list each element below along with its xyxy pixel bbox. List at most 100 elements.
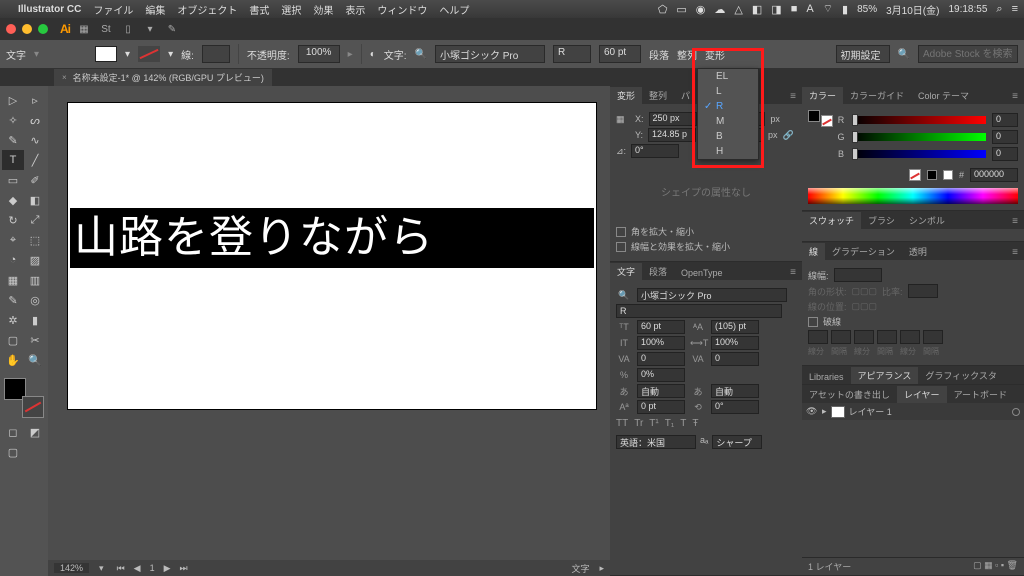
- shape-builder-tool[interactable]: ◔: [2, 250, 24, 270]
- workspace-switcher[interactable]: 初期設定: [836, 45, 890, 63]
- menu-select[interactable]: 選択: [281, 2, 301, 17]
- draw-behind[interactable]: ◩: [24, 422, 46, 442]
- close-tab-icon[interactable]: ×: [62, 73, 67, 82]
- angle-input[interactable]: 0°: [631, 144, 679, 158]
- layer-name[interactable]: レイヤー 1: [849, 405, 892, 418]
- brush-tool[interactable]: ✐: [24, 170, 46, 190]
- brush-icon[interactable]: ✎: [164, 21, 180, 37]
- menu-help[interactable]: ヘルプ: [439, 2, 469, 17]
- tab-appearance[interactable]: アピアランス: [851, 367, 919, 384]
- slice-tool[interactable]: ✂: [24, 330, 46, 350]
- search-icon-2[interactable]: 🔍: [898, 49, 910, 60]
- font-style-dropdown[interactable]: EL L ✓R M B H: [697, 68, 759, 160]
- mesh-tool[interactable]: ▦: [2, 270, 24, 290]
- opt-r[interactable]: ✓R: [698, 99, 758, 114]
- zoom-level[interactable]: 142%: [54, 563, 89, 573]
- lasso-tool[interactable]: ᔕ: [24, 110, 46, 130]
- document-tab[interactable]: × 名称未設定-1* @ 142% (RGB/GPU プレビュー): [54, 69, 272, 86]
- spectrum[interactable]: [808, 188, 1018, 204]
- hex-val[interactable]: 000000: [970, 168, 1018, 182]
- text-frame[interactable]: 山路を登りながら: [70, 208, 594, 268]
- rectangle-tool[interactable]: ▭: [2, 170, 24, 190]
- cb-effect[interactable]: [616, 242, 626, 252]
- tab-colortheme[interactable]: Color テーマ: [911, 87, 976, 104]
- tab-gradient[interactable]: グラデーション: [825, 243, 902, 260]
- app-icon[interactable]: ◨: [771, 3, 781, 16]
- tab-transparency[interactable]: 透明: [902, 243, 934, 260]
- bridge-icon[interactable]: ▦: [76, 21, 92, 37]
- recolor-icon[interactable]: ◐: [370, 49, 376, 60]
- char-tracking[interactable]: 0: [711, 352, 759, 366]
- tab-swatches[interactable]: スウォッチ: [802, 212, 861, 229]
- stock-icon[interactable]: St: [98, 21, 114, 37]
- transform-link[interactable]: 変形: [705, 47, 725, 62]
- x-input[interactable]: 250 px: [649, 112, 697, 126]
- char-lang[interactable]: 英語：米国: [616, 435, 696, 449]
- perspective-tool[interactable]: ▨: [24, 250, 46, 270]
- scale-tool[interactable]: ⤢: [24, 210, 46, 230]
- app-name[interactable]: Illustrator CC: [18, 4, 81, 15]
- opt-el[interactable]: EL: [698, 69, 758, 84]
- b-val[interactable]: 0: [992, 147, 1018, 161]
- hand-tool[interactable]: ✋: [2, 350, 24, 370]
- menu-edit[interactable]: 編集: [145, 2, 165, 17]
- rotate-tool[interactable]: ↻: [2, 210, 24, 230]
- panel-menu-icon[interactable]: ≡: [1006, 89, 1024, 104]
- panel-menu-icon[interactable]: ≡: [784, 89, 802, 104]
- g-val[interactable]: 0: [992, 130, 1018, 144]
- r-val[interactable]: 0: [992, 113, 1018, 127]
- panel-menu-icon[interactable]: ≡: [784, 265, 802, 280]
- color-fill-stroke[interactable]: [808, 110, 830, 124]
- tab-libraries[interactable]: Libraries: [802, 370, 851, 384]
- ime-icon[interactable]: ■: [791, 3, 798, 15]
- tab-opentype[interactable]: OpenType: [674, 266, 730, 280]
- window-close[interactable]: [6, 24, 16, 34]
- bt-icon[interactable]: ◧: [752, 3, 762, 16]
- tab-transform[interactable]: 変形: [610, 87, 642, 104]
- char-auto1[interactable]: 自動: [637, 384, 685, 398]
- menu-effect[interactable]: 効果: [313, 2, 333, 17]
- menu-type[interactable]: 書式: [249, 2, 269, 17]
- tab-symbols[interactable]: シンボル: [902, 212, 952, 229]
- line-icon[interactable]: ▭: [676, 3, 686, 16]
- screen-mode[interactable]: ▢: [2, 442, 24, 462]
- tab-asset-export[interactable]: アセットの書き出し: [802, 386, 897, 403]
- direct-selection-tool[interactable]: ▹: [24, 90, 46, 110]
- a-icon[interactable]: A: [806, 3, 813, 15]
- search-icon[interactable]: 🔍: [415, 49, 427, 60]
- stroke-weight-input[interactable]: [834, 268, 882, 282]
- cb-corner[interactable]: [616, 227, 626, 237]
- visibility-icon[interactable]: 👁: [806, 406, 818, 417]
- char-rot[interactable]: 0°: [711, 400, 759, 414]
- menu-view[interactable]: 表示: [345, 2, 365, 17]
- tab-align[interactable]: 整列: [642, 87, 674, 104]
- doc-icon[interactable]: ▯: [120, 21, 136, 37]
- lock-icon[interactable]: ◉: [696, 3, 706, 16]
- tab-char[interactable]: 文字: [610, 263, 642, 280]
- opt-m[interactable]: M: [698, 114, 758, 129]
- tab-para[interactable]: 段落: [642, 263, 674, 280]
- font-style[interactable]: R: [553, 45, 591, 63]
- eraser-tool[interactable]: ◧: [24, 190, 46, 210]
- arrange-icon[interactable]: ▾: [142, 21, 158, 37]
- wifi-icon[interactable]: ⌔: [823, 2, 833, 16]
- stock-search[interactable]: [918, 45, 1018, 63]
- char-size[interactable]: 60 pt: [637, 320, 685, 334]
- battery-icon[interactable]: ▮: [842, 3, 848, 16]
- opacity-value[interactable]: 100%: [298, 45, 340, 63]
- fill-swatch[interactable]: [95, 46, 117, 62]
- free-transform-tool[interactable]: ⬚: [24, 230, 46, 250]
- pen-tool[interactable]: ✎: [2, 130, 24, 150]
- char-hscale[interactable]: 100%: [711, 336, 759, 350]
- stroke-weight[interactable]: [202, 45, 230, 63]
- spotlight-icon[interactable]: ⌕: [996, 3, 1002, 16]
- none-icon[interactable]: [909, 169, 921, 181]
- blend-tool[interactable]: ◎: [24, 290, 46, 310]
- align-link[interactable]: 整列: [677, 47, 697, 62]
- tab-color[interactable]: カラー: [802, 87, 843, 104]
- zoom-tool[interactable]: 🔍: [24, 350, 46, 370]
- char-style[interactable]: [616, 304, 782, 318]
- cb-dash[interactable]: [808, 317, 818, 327]
- tab-brushes[interactable]: ブラシ: [861, 212, 902, 229]
- sync-icon[interactable]: △: [734, 3, 742, 16]
